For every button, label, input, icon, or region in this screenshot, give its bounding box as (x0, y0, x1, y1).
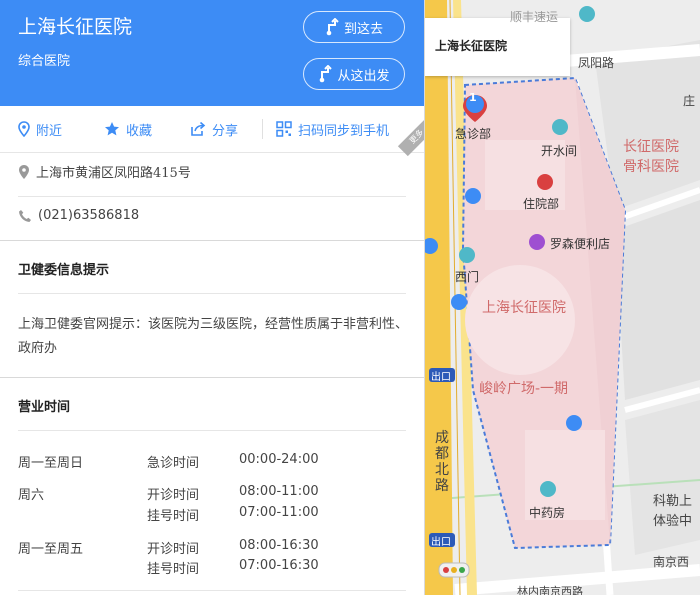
map-poi-hospital[interactable]: 上海长征医院 (482, 297, 566, 317)
place-header: 上海长征医院 综合医院 到这去 从这出发 (0, 0, 424, 106)
hours-time: 07:00-16:30 (239, 558, 319, 573)
location-pin-icon (19, 164, 29, 179)
map-poi-plaza[interactable]: 峻岭广场-一期 (479, 378, 568, 398)
map-poi-inpatient[interactable]: 住院部 (523, 195, 559, 212)
depart-from-button[interactable]: 从这出发 (303, 58, 405, 90)
section-divider (0, 240, 424, 241)
map-label-kohler-1: 科勒上 (653, 494, 693, 509)
map-road-fengyang: 凤阳路 (578, 56, 615, 70)
share-icon (191, 121, 206, 136)
divider (18, 196, 406, 197)
nearby-label: 附近 (36, 123, 63, 139)
route-to-icon (326, 18, 339, 36)
notice-text: 上海卫健委官网提示：该医院为三级医院，经营性质属于非营利性、政府办 (18, 317, 409, 356)
route-from-icon (320, 65, 333, 83)
map-view[interactable]: 上海长征医院 1 急诊部 开水间 住院部 罗森便利店 西门 上海长征医院 长征医… (425, 0, 700, 595)
action-divider (262, 119, 263, 139)
favorite-label: 收藏 (126, 123, 153, 139)
address-text: 上海市黄浦区凤阳路415号 (36, 166, 191, 181)
hours-days: 周一至周日 (18, 456, 84, 471)
map-road-nanjing: 林内南京西路 (517, 585, 583, 595)
place-category: 综合医院 (18, 54, 71, 69)
map-poi-water[interactable]: 开水间 (541, 142, 577, 159)
section-divider (0, 377, 424, 378)
metro-exit-badge[interactable]: 出口 (431, 533, 451, 548)
hours-time: 00:00-24:00 (239, 452, 319, 467)
scan-sync-label: 扫码同步到手机 (298, 123, 390, 139)
map-top-road: 顺丰速运 (510, 10, 559, 24)
hours-label: 挂号时间 (147, 562, 200, 577)
action-bar: 附近 收藏 分享 扫码同步到手机 (0, 106, 424, 153)
scan-sync-button[interactable]: 扫码同步到手机 (276, 106, 389, 152)
phone-icon (19, 209, 31, 222)
map-poi-emergency[interactable]: 急诊部 (455, 125, 491, 142)
map-poi-ortho-line1[interactable]: 长征医院 (623, 136, 679, 156)
metro-exit-badge[interactable]: 出口 (431, 368, 451, 383)
hours-label: 开诊时间 (147, 488, 200, 503)
divider (18, 590, 406, 591)
map-card-title: 上海长征医院 (435, 39, 508, 53)
location-pin-icon (18, 121, 30, 137)
map-poi-store[interactable]: 罗森便利店 (550, 235, 610, 252)
map-poi-ortho-line2[interactable]: 骨科医院 (623, 156, 679, 176)
map-poi-west-gate[interactable]: 西门 (455, 268, 479, 285)
divider (18, 293, 406, 294)
share-label: 分享 (212, 123, 239, 139)
qr-code-icon (276, 121, 292, 137)
hours-days: 周一至周五 (18, 542, 84, 557)
nearby-button[interactable]: 附近 (18, 106, 62, 152)
favorite-button[interactable]: 收藏 (104, 106, 152, 152)
hours-days: 周六 (18, 488, 45, 503)
goto-button[interactable]: 到这去 (303, 11, 405, 43)
map-poi-pharmacy[interactable]: 中药房 (529, 504, 565, 521)
notice-title: 卫健委信息提示 (18, 263, 110, 278)
hours-time: 08:00-16:30 (239, 538, 319, 553)
map-marker-number[interactable]: 1 (469, 91, 477, 104)
hours-label: 急诊时间 (147, 456, 200, 471)
star-icon (105, 122, 119, 136)
divider (18, 430, 406, 431)
map-place-card[interactable]: 上海长征医院 (425, 18, 570, 76)
hours-title: 营业时间 (18, 400, 71, 415)
hours-time: 07:00-11:00 (239, 505, 319, 520)
map-road-chengdu: 成都北路 (435, 430, 449, 494)
map-label-zhuang: 庄 (683, 94, 696, 108)
map-road-nanjing-west: 南京西 (653, 555, 690, 569)
phone-row: (021)63586818 (18, 208, 139, 223)
place-title: 上海长征医院 (18, 16, 133, 38)
hours-time: 08:00-11:00 (239, 484, 319, 499)
address-row: 上海市黄浦区凤阳路415号 (18, 162, 191, 181)
goto-label: 到这去 (343, 21, 383, 37)
hours-label: 挂号时间 (147, 509, 200, 524)
map-label-kohler-2: 体验中 (653, 514, 693, 529)
hours-label: 开诊时间 (147, 542, 200, 557)
depart-from-label: 从这出发 (337, 68, 390, 84)
share-button[interactable]: 分享 (190, 106, 238, 152)
phone-number[interactable]: (021)63586818 (38, 208, 139, 223)
place-detail-panel: 上海长征医院 综合医院 到这去 从这出发 附近 收藏 分享 扫码同步到手机 更多… (0, 0, 425, 595)
